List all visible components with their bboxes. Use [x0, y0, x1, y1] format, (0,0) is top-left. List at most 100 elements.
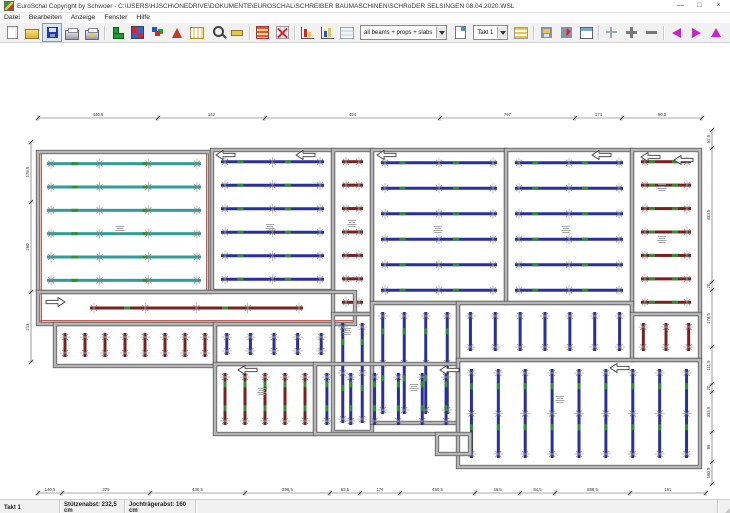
takt-select[interactable]: Takt 1 [473, 25, 508, 40]
status-stuetzenabstand: Stützenabst: 232,5 cm [60, 500, 125, 513]
close-button[interactable]: × [709, 0, 728, 12]
export-button[interactable] [556, 23, 576, 42]
minimize-button[interactable]: — [671, 0, 690, 12]
printer-icon [65, 30, 79, 40]
letter-a-icon [172, 28, 182, 38]
menu-anzeige[interactable]: Anzeige [71, 13, 96, 23]
window-view-button[interactable] [576, 23, 596, 42]
svg-text:174: 174 [376, 487, 384, 492]
annotate-button[interactable] [167, 23, 187, 42]
status-bar: Takt 1 Stützenabst: 232,5 cm Jochträgera… [0, 499, 730, 513]
svg-text:260: 260 [25, 243, 30, 251]
toolbar-separator [104, 26, 105, 40]
status-jochtraegerabstand: Jochträgerabst: 160 cm [125, 500, 196, 513]
svg-text:333,5: 333,5 [706, 406, 711, 417]
svg-text:375: 375 [102, 487, 110, 492]
minus-icon [646, 31, 657, 34]
svg-text:440,5: 440,5 [93, 112, 104, 117]
svg-text:140,5: 140,5 [45, 487, 56, 492]
svg-text:52,5: 52,5 [706, 134, 711, 143]
toolbar-separator [598, 26, 599, 40]
scroll-up-button[interactable] [706, 23, 726, 42]
props-chart-button[interactable] [297, 23, 317, 42]
scroll-right-button[interactable] [686, 23, 706, 42]
print-preview-icon [85, 30, 99, 40]
table-light-icon [340, 27, 354, 39]
svg-text:160,5: 160,5 [706, 467, 711, 478]
open-folder-icon [25, 29, 39, 39]
schedule-button[interactable] [187, 23, 207, 42]
window-title: EuroSchal Copyright by Schwoer - C:\USER… [17, 3, 671, 10]
view-filter-select[interactable]: all beams + props + slabs [360, 25, 447, 40]
svg-text:142: 142 [208, 112, 216, 117]
color-mode-button[interactable] [147, 23, 167, 42]
view-filter-value: all beams + props + slabs [364, 30, 432, 36]
toolbar-separator [533, 26, 534, 40]
wall-mode-button[interactable] [107, 23, 127, 42]
page-icon [455, 26, 466, 39]
svg-text:430,5: 430,5 [192, 487, 203, 492]
svg-text:111,5: 111,5 [706, 360, 711, 371]
svg-text:450,5: 450,5 [432, 487, 443, 492]
svg-text:178,5: 178,5 [25, 166, 30, 177]
scroll-down-button[interactable] [726, 23, 730, 42]
yellow-dash-icon [231, 30, 243, 36]
toolbar-separator [249, 26, 250, 40]
zoom-button[interactable] [207, 23, 227, 42]
chevron-down-icon[interactable] [436, 27, 446, 38]
svg-text:90,5: 90,5 [658, 112, 667, 117]
measure-button[interactable] [227, 23, 247, 42]
new-button[interactable] [2, 23, 22, 42]
save-layout-button[interactable] [536, 23, 556, 42]
scroll-left-button[interactable] [666, 23, 686, 42]
yellow-lines-icon [514, 27, 528, 39]
layers-button[interactable] [511, 23, 531, 42]
table-view-button[interactable] [337, 23, 357, 42]
svg-text:898,5: 898,5 [587, 487, 598, 492]
delete-list-button[interactable] [272, 23, 292, 42]
page-setup-button[interactable] [450, 23, 470, 42]
app-icon [4, 1, 14, 11]
new-icon [7, 26, 18, 39]
arrow-left-icon [672, 28, 681, 38]
material-list-button[interactable] [252, 23, 272, 42]
chart-bars-icon [301, 27, 314, 39]
menu-bar: Datei Bearbeiten Anzeige Fenster Hilfe [0, 13, 730, 23]
table-red-icon [256, 26, 269, 39]
grid-mode-button[interactable] [127, 23, 147, 42]
open-button[interactable] [22, 23, 42, 42]
print-preview-button[interactable] [82, 23, 102, 42]
svg-text:174: 174 [595, 112, 603, 117]
save-button[interactable] [42, 23, 62, 42]
svg-text:213: 213 [25, 323, 30, 331]
pan-button[interactable] [601, 23, 621, 42]
menu-hilfe[interactable]: Hilfe [136, 13, 150, 23]
toolbar-separator [294, 26, 295, 40]
table-x-icon [276, 26, 289, 39]
toolbar: all beams + props + slabs Takt 1 [0, 23, 730, 43]
svg-text:398,5: 398,5 [282, 487, 293, 492]
beams-chart-button[interactable] [317, 23, 337, 42]
app-window: EuroSchal Copyright by Schwoer - C:\USER… [0, 0, 730, 513]
svg-text:84,5: 84,5 [533, 487, 542, 492]
window-icon [580, 27, 593, 39]
disk-yellow-icon [541, 27, 552, 38]
svg-text:53,5: 53,5 [341, 487, 350, 492]
wall-block-icon [112, 27, 123, 38]
menu-datei[interactable]: Datei [4, 13, 20, 23]
chevron-down-icon[interactable] [497, 27, 507, 38]
toolbar-separator [663, 26, 664, 40]
disk-red-icon [561, 27, 572, 38]
maximize-button[interactable]: □ [690, 0, 709, 12]
takt-value: Takt 1 [477, 30, 493, 36]
svg-text:89: 89 [706, 444, 711, 449]
menu-bearbeiten[interactable]: Bearbeiten [29, 13, 62, 23]
print-button[interactable] [62, 23, 82, 42]
zoom-out-button[interactable] [641, 23, 661, 42]
resize-grip[interactable] [718, 500, 730, 513]
menu-fenster[interactable]: Fenster [104, 13, 127, 23]
arrow-up-icon [711, 28, 721, 37]
calendar-icon [190, 27, 204, 39]
zoom-in-button[interactable] [621, 23, 641, 42]
plan-canvas[interactable]: 440,514249479717490,5140,5375430,5398,55… [0, 43, 730, 499]
